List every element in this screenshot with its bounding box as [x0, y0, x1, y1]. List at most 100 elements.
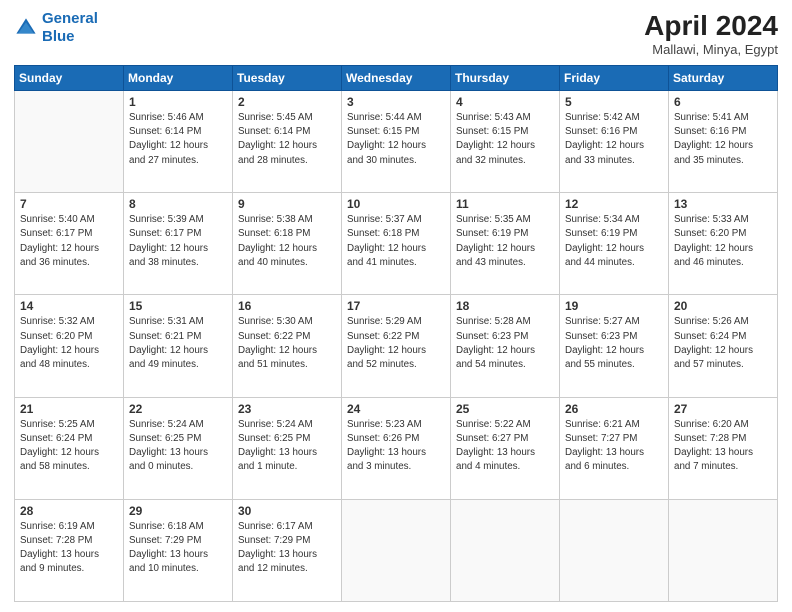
day-number: 18 — [456, 299, 554, 313]
day-number: 14 — [20, 299, 118, 313]
day-info: Sunrise: 5:32 AM Sunset: 6:20 PM Dayligh… — [20, 315, 118, 372]
day-info: Sunrise: 5:35 AM Sunset: 6:19 PM Dayligh… — [456, 213, 554, 270]
calendar-cell: 28Sunrise: 6:19 AM Sunset: 7:28 PM Dayli… — [15, 499, 124, 601]
calendar-cell: 23 Sunrise: 5:24 AM Sunset: 6:25 PM Dayli… — [233, 397, 342, 499]
day-number: 9 — [238, 197, 336, 211]
day-info: Sunrise: 5:37 AM Sunset: 6:18 PM Dayligh… — [347, 213, 445, 270]
calendar-cell: 20 Sunrise: 5:26 AM Sunset: 6:24 PM Dayli… — [669, 295, 778, 397]
day-info: Sunrise: 5:41 AM Sunset: 6:16 PM Dayligh… — [674, 111, 772, 168]
calendar-cell: 27 Sunrise: 6:20 AM Sunset: 7:28 PM Dayli… — [669, 397, 778, 499]
day-info: Sunrise: 6:17 AM Sunset: 7:29 PM Dayligh… — [238, 520, 336, 577]
day-number: 4 — [456, 95, 554, 109]
calendar-cell: 14 Sunrise: 5:32 AM Sunset: 6:20 PM Dayli… — [15, 295, 124, 397]
calendar-table: SundayMondayTuesdayWednesdayThursdayFrid… — [14, 65, 778, 602]
day-info: Sunrise: 5:26 AM Sunset: 6:24 PM Dayligh… — [674, 315, 772, 372]
day-info: Sunrise: 5:45 AM Sunset: 6:14 PM Dayligh… — [238, 111, 336, 168]
day-number: 23 — [238, 402, 336, 416]
day-number: 13 — [674, 197, 772, 211]
day-number: 20 — [674, 299, 772, 313]
calendar-cell: 11 Sunrise: 5:35 AM Sunset: 6:19 PM Dayli… — [451, 193, 560, 295]
calendar-cell: 4 Sunrise: 5:43 AM Sunset: 6:15 PM Daylig… — [451, 91, 560, 193]
day-info: Sunrise: 5:28 AM Sunset: 6:23 PM Dayligh… — [456, 315, 554, 372]
day-number: 3 — [347, 95, 445, 109]
day-info: Sunrise: 5:31 AM Sunset: 6:21 PM Dayligh… — [129, 315, 227, 372]
day-info: Sunrise: 5:46 AM Sunset: 6:14 PM Dayligh… — [129, 111, 227, 168]
day-number: 12 — [565, 197, 663, 211]
calendar-cell: 15 Sunrise: 5:31 AM Sunset: 6:21 PM Dayli… — [124, 295, 233, 397]
day-info: Sunrise: 5:33 AM Sunset: 6:20 PM Dayligh… — [674, 213, 772, 270]
day-number: 10 — [347, 197, 445, 211]
day-info: Sunrise: 5:23 AM Sunset: 6:26 PM Dayligh… — [347, 418, 445, 475]
day-number: 21 — [20, 402, 118, 416]
day-number: 15 — [129, 299, 227, 313]
calendar-week-4: 21 Sunrise: 5:25 AM Sunset: 6:24 PM Dayli… — [15, 397, 778, 499]
day-info: Sunrise: 5:42 AM Sunset: 6:16 PM Dayligh… — [565, 111, 663, 168]
calendar-cell: 5 Sunrise: 5:42 AM Sunset: 6:16 PM Daylig… — [560, 91, 669, 193]
day-info: Sunrise: 6:21 AM Sunset: 7:27 PM Dayligh… — [565, 418, 663, 475]
day-number: 7 — [20, 197, 118, 211]
calendar-cell: 19 Sunrise: 5:27 AM Sunset: 6:23 PM Dayli… — [560, 295, 669, 397]
day-info: Sunrise: 5:27 AM Sunset: 6:23 PM Dayligh… — [565, 315, 663, 372]
calendar-cell — [669, 499, 778, 601]
subtitle: Mallawi, Minya, Egypt — [644, 42, 778, 57]
page: General Blue April 2024 Mallawi, Minya, … — [0, 0, 792, 612]
day-info: Sunrise: 5:30 AM Sunset: 6:22 PM Dayligh… — [238, 315, 336, 372]
day-header-sunday: Sunday — [15, 66, 124, 91]
calendar-cell: 9 Sunrise: 5:38 AM Sunset: 6:18 PM Daylig… — [233, 193, 342, 295]
calendar-cell: 24 Sunrise: 5:23 AM Sunset: 6:26 PM Dayli… — [342, 397, 451, 499]
day-header-thursday: Thursday — [451, 66, 560, 91]
calendar-cell — [342, 499, 451, 601]
day-number: 30 — [238, 504, 336, 518]
day-info: Sunrise: 5:38 AM Sunset: 6:18 PM Dayligh… — [238, 213, 336, 270]
calendar-week-2: 7 Sunrise: 5:40 AM Sunset: 6:17 PM Daylig… — [15, 193, 778, 295]
logo-icon — [14, 16, 38, 40]
day-number: 16 — [238, 299, 336, 313]
calendar-cell: 8 Sunrise: 5:39 AM Sunset: 6:17 PM Daylig… — [124, 193, 233, 295]
calendar-cell: 21 Sunrise: 5:25 AM Sunset: 6:24 PM Dayli… — [15, 397, 124, 499]
day-number: 8 — [129, 197, 227, 211]
day-info: Sunrise: 5:44 AM Sunset: 6:15 PM Dayligh… — [347, 111, 445, 168]
day-info: Sunrise: 5:22 AM Sunset: 6:27 PM Dayligh… — [456, 418, 554, 475]
day-number: 25 — [456, 402, 554, 416]
day-number: 24 — [347, 402, 445, 416]
calendar-cell: 22 Sunrise: 5:24 AM Sunset: 6:25 PM Dayli… — [124, 397, 233, 499]
day-info: Sunrise: 5:40 AM Sunset: 6:17 PM Dayligh… — [20, 213, 118, 270]
day-info: Sunrise: 5:39 AM Sunset: 6:17 PM Dayligh… — [129, 213, 227, 270]
calendar-cell — [560, 499, 669, 601]
day-header-monday: Monday — [124, 66, 233, 91]
calendar-cell: 26 Sunrise: 6:21 AM Sunset: 7:27 PM Dayli… — [560, 397, 669, 499]
day-number: 11 — [456, 197, 554, 211]
calendar-cell: 1 Sunrise: 5:46 AM Sunset: 6:14 PM Daylig… — [124, 91, 233, 193]
calendar-week-5: 28Sunrise: 6:19 AM Sunset: 7:28 PM Dayli… — [15, 499, 778, 601]
day-info: Sunrise: 5:25 AM Sunset: 6:24 PM Dayligh… — [20, 418, 118, 475]
calendar-week-1: 1 Sunrise: 5:46 AM Sunset: 6:14 PM Daylig… — [15, 91, 778, 193]
day-header-wednesday: Wednesday — [342, 66, 451, 91]
day-info: Sunrise: 6:18 AM Sunset: 7:29 PM Dayligh… — [129, 520, 227, 577]
day-header-tuesday: Tuesday — [233, 66, 342, 91]
header: General Blue April 2024 Mallawi, Minya, … — [14, 10, 778, 57]
calendar-cell: 16 Sunrise: 5:30 AM Sunset: 6:22 PM Dayli… — [233, 295, 342, 397]
day-number: 6 — [674, 95, 772, 109]
calendar-cell: 10 Sunrise: 5:37 AM Sunset: 6:18 PM Dayli… — [342, 193, 451, 295]
calendar-cell: 18 Sunrise: 5:28 AM Sunset: 6:23 PM Dayli… — [451, 295, 560, 397]
day-info: Sunrise: 5:43 AM Sunset: 6:15 PM Dayligh… — [456, 111, 554, 168]
calendar-cell — [451, 499, 560, 601]
day-info: Sunrise: 5:24 AM Sunset: 6:25 PM Dayligh… — [129, 418, 227, 475]
title-block: April 2024 Mallawi, Minya, Egypt — [644, 10, 778, 57]
calendar-cell: 29Sunrise: 6:18 AM Sunset: 7:29 PM Dayli… — [124, 499, 233, 601]
main-title: April 2024 — [644, 10, 778, 42]
day-number: 1 — [129, 95, 227, 109]
day-info: Sunrise: 5:29 AM Sunset: 6:22 PM Dayligh… — [347, 315, 445, 372]
day-number: 5 — [565, 95, 663, 109]
day-info: Sunrise: 5:24 AM Sunset: 6:25 PM Dayligh… — [238, 418, 336, 475]
day-number: 22 — [129, 402, 227, 416]
calendar-cell: 7 Sunrise: 5:40 AM Sunset: 6:17 PM Daylig… — [15, 193, 124, 295]
day-info: Sunrise: 6:20 AM Sunset: 7:28 PM Dayligh… — [674, 418, 772, 475]
day-number: 26 — [565, 402, 663, 416]
day-number: 19 — [565, 299, 663, 313]
day-number: 28 — [20, 504, 118, 518]
calendar-cell — [15, 91, 124, 193]
calendar-cell: 17Sunrise: 5:29 AM Sunset: 6:22 PM Dayli… — [342, 295, 451, 397]
day-number: 2 — [238, 95, 336, 109]
day-number: 27 — [674, 402, 772, 416]
